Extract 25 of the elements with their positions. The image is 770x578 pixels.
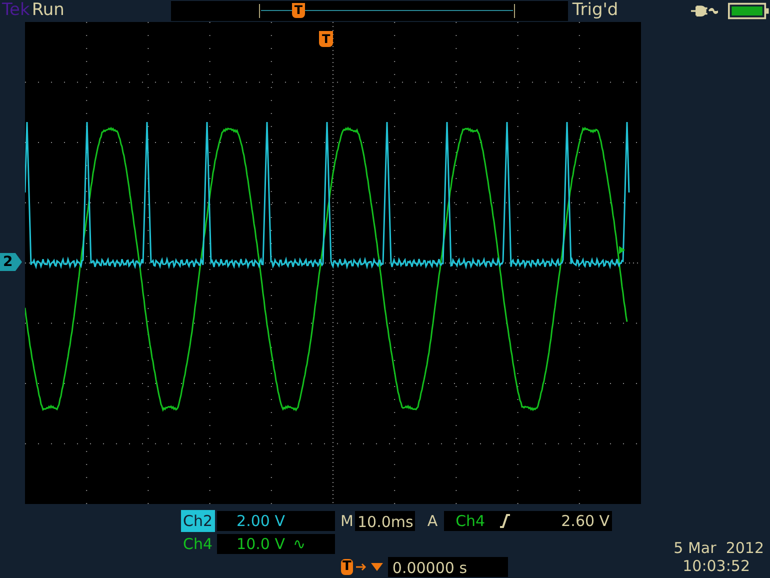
time: 10:03:52 (682, 557, 750, 575)
brand-logo: Tek (1, 0, 30, 22)
channel-scale: 2.00 V (216, 511, 335, 531)
trigger-status: Trig'd (572, 0, 620, 22)
ground-marker: 2 (0, 253, 22, 271)
triangle-down-icon (371, 563, 384, 571)
trigger-position-marker: T (292, 3, 305, 18)
battery-icon (728, 2, 770, 20)
channel-label: Ch4 (182, 534, 214, 555)
timebase-value: 10.0ms (355, 511, 416, 531)
channel-label: Ch2 (181, 510, 215, 532)
channel-scale: 10.0 V ∿ (216, 534, 335, 554)
trigger-level: 2.60 V (561, 510, 611, 532)
trigger-position-marker: T (340, 559, 354, 575)
trigger-marker: T (319, 31, 334, 47)
date: 5 Mar 2012 (674, 539, 764, 557)
acquisition-status: Run (32, 0, 66, 22)
trigger-label: A (427, 510, 438, 532)
timebase-label: M (340, 510, 354, 532)
trigger-level-icon (619, 246, 625, 254)
ac-power-icon (691, 4, 718, 18)
trigger-position-value: 0.00000 s (388, 557, 508, 577)
arrow-right-icon (356, 562, 368, 572)
rising-edge-icon (499, 514, 512, 528)
trigger-source: Ch4 (456, 510, 486, 532)
